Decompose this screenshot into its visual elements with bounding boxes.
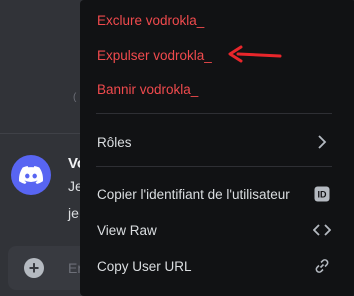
id-badge-icon: ID xyxy=(313,185,331,203)
menu-item-copy-id[interactable]: Copier l'identifiant de l'utilisateur ID xyxy=(88,179,340,209)
user-context-menu: Exclure vodrokla_ Expulser vodrokla_ Ban… xyxy=(80,0,354,296)
menu-separator xyxy=(96,166,332,167)
menu-item-exclude[interactable]: Exclure vodrokla_ xyxy=(88,5,340,35)
system-message-fragment: ( xyxy=(73,92,77,103)
menu-item-label: Expulser vodrokla_ xyxy=(97,47,212,63)
menu-item-label: Exclure vodrokla_ xyxy=(97,12,205,28)
add-attachment-icon[interactable]: + xyxy=(24,258,44,278)
menu-item-expel[interactable]: Expulser vodrokla_ xyxy=(88,40,340,70)
svg-text:ID: ID xyxy=(318,190,328,200)
code-brackets-icon xyxy=(313,221,331,239)
menu-item-view-raw[interactable]: View Raw xyxy=(88,215,340,245)
divider xyxy=(0,133,80,134)
menu-item-label: Rôles xyxy=(97,134,132,150)
menu-separator xyxy=(96,113,332,114)
chevron-right-icon xyxy=(313,133,331,151)
link-icon xyxy=(313,257,331,275)
menu-item-ban[interactable]: Bannir vodrokla_ xyxy=(88,74,340,104)
message-text-line: je xyxy=(68,205,79,221)
menu-item-label: Bannir vodrokla_ xyxy=(97,81,199,97)
menu-item-label: Copy User URL xyxy=(97,258,192,274)
avatar[interactable] xyxy=(11,155,51,195)
menu-item-label: Copier l'identifiant de l'utilisateur xyxy=(97,186,290,202)
annotation-arrow-icon xyxy=(228,45,282,63)
menu-item-label: View Raw xyxy=(97,222,157,238)
menu-item-roles[interactable]: Rôles xyxy=(88,127,340,157)
menu-item-copy-url[interactable]: Copy User URL xyxy=(88,251,340,281)
discord-logo-icon xyxy=(19,166,43,184)
